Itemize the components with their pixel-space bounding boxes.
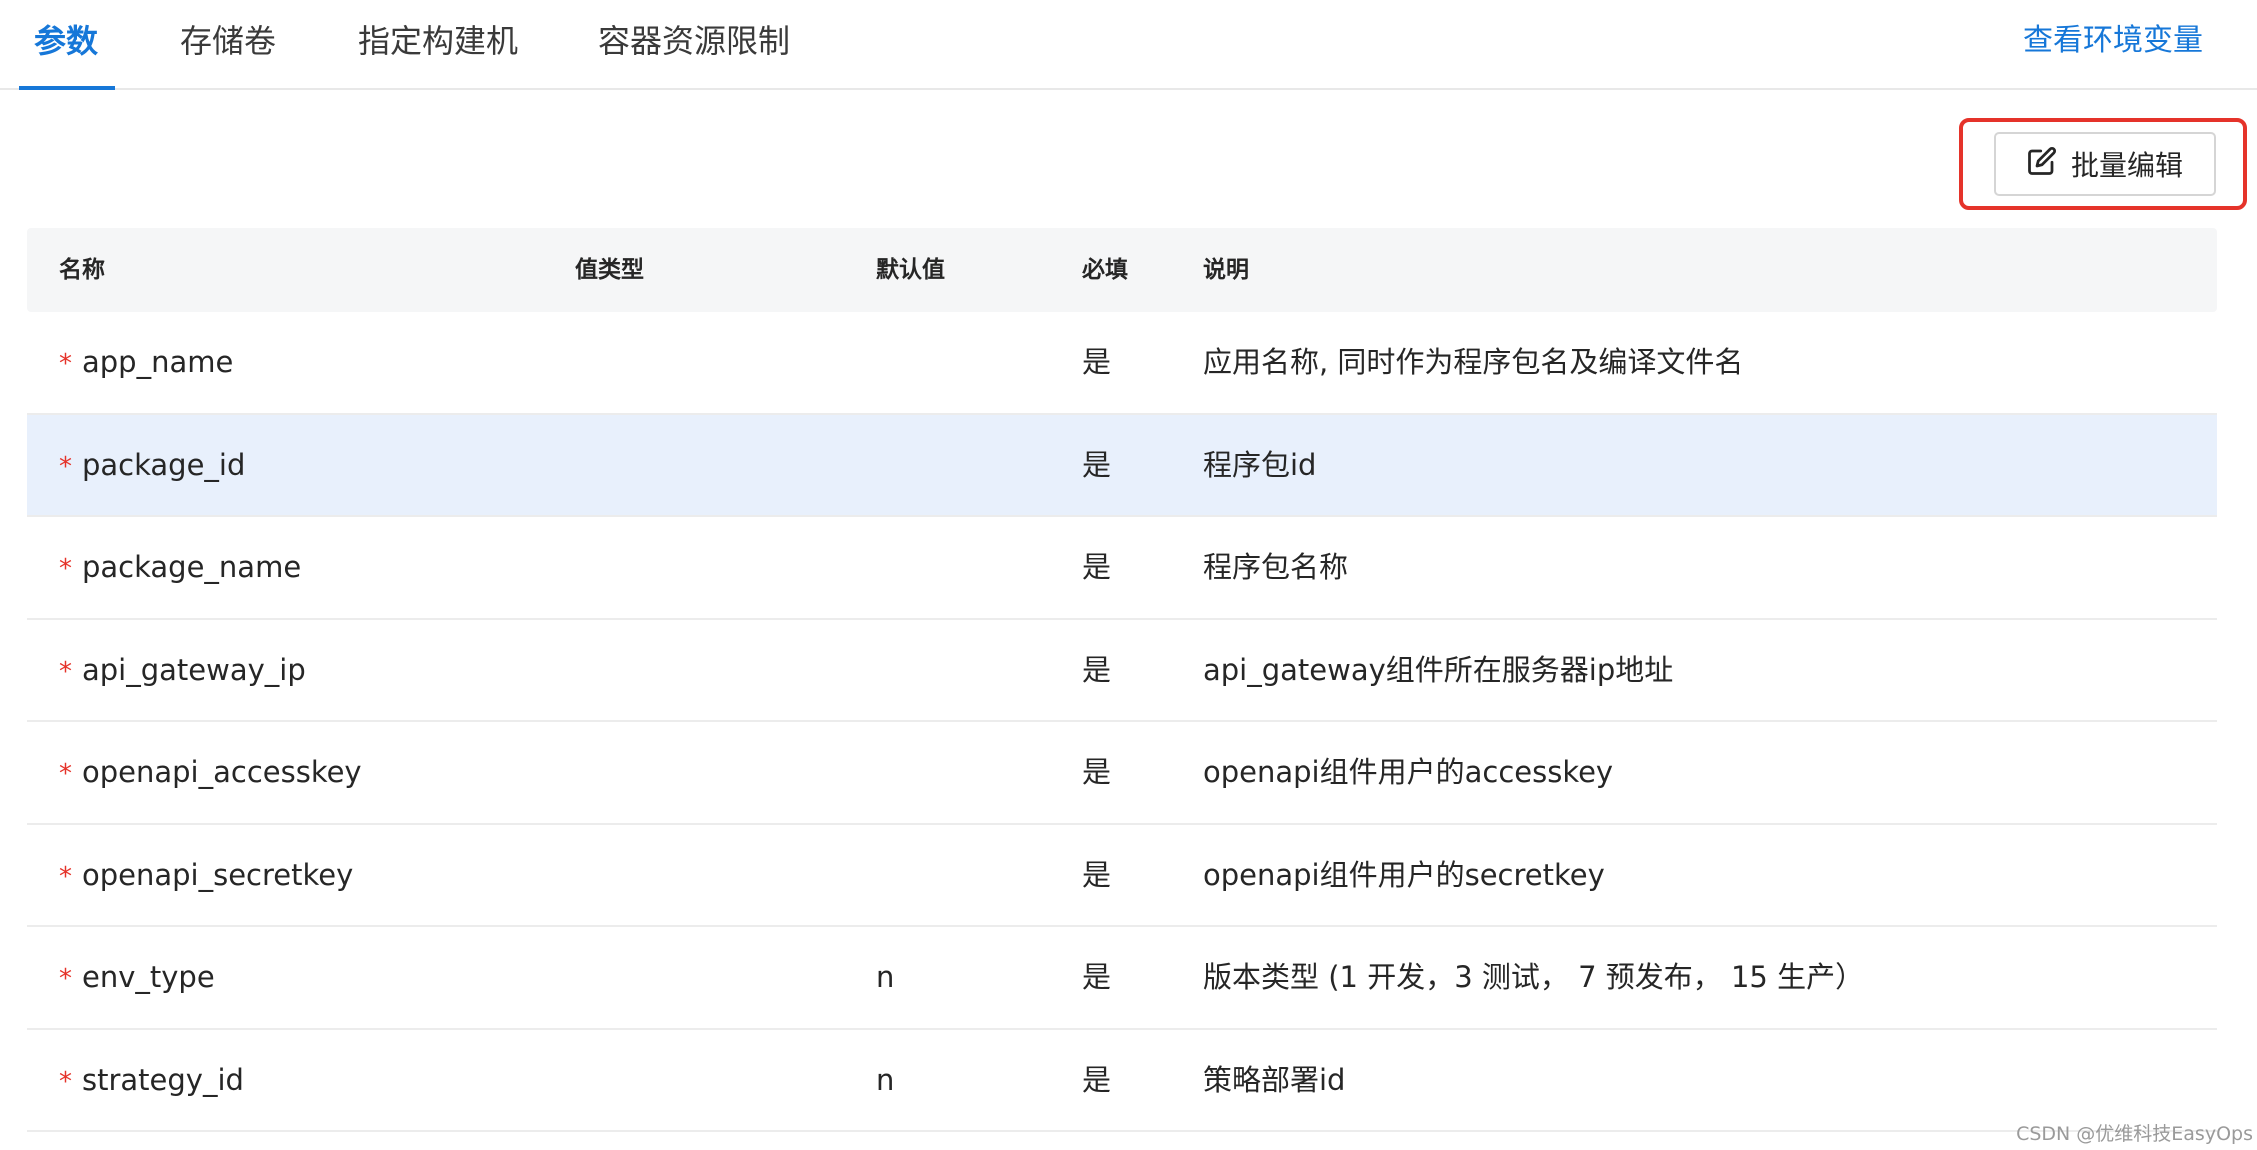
table-row[interactable]: * package_name 是 程序包名称 bbox=[27, 517, 2217, 620]
tab-storage-volumes[interactable]: 存储卷 bbox=[180, 18, 276, 64]
param-name: openapi_secretkey bbox=[82, 857, 354, 892]
param-name: openapi_accesskey bbox=[82, 755, 362, 789]
param-description: 程序包名称 bbox=[1203, 550, 1349, 584]
column-header-value-type: 值类型 bbox=[575, 257, 644, 283]
param-name: package_id bbox=[82, 447, 246, 482]
table-row[interactable]: * strategy_id n 是 策略部署id bbox=[27, 1030, 2217, 1132]
table-row[interactable]: * env_type n 是 版本类型 (1 开发，3 测试， 7 预发布， 15… bbox=[27, 927, 2217, 1030]
watermark: CSDN @优维科技EasyOps bbox=[2016, 1123, 2253, 1145]
batch-edit-label: 批量编辑 bbox=[2070, 149, 2183, 182]
param-name: package_name bbox=[82, 550, 302, 584]
required-marker: * bbox=[59, 656, 72, 687]
column-header-name: 名称 bbox=[59, 257, 105, 283]
param-required: 是 bbox=[1082, 447, 1112, 482]
table-header: 名称 值类型 默认值 必填 说明 bbox=[27, 228, 2217, 312]
table-row[interactable]: * app_name 是 应用名称, 同时作为程序包名及编译文件名 bbox=[27, 312, 2217, 415]
column-header-required: 必填 bbox=[1082, 257, 1128, 283]
required-marker: * bbox=[59, 1066, 72, 1097]
tab-build-machine[interactable]: 指定构建机 bbox=[358, 18, 518, 64]
table-row[interactable]: * openapi_secretkey 是 openapi组件用户的secretk… bbox=[27, 825, 2217, 927]
param-required: 是 bbox=[1082, 1062, 1112, 1097]
param-name: strategy_id bbox=[82, 1062, 244, 1097]
tab-bar: 参数 存储卷 指定构建机 容器资源限制 查看环境变量 bbox=[0, 0, 2257, 90]
param-required: 是 bbox=[1082, 652, 1112, 687]
table-row[interactable]: * openapi_accesskey 是 openapi组件用户的accessk… bbox=[27, 722, 2217, 825]
param-description: 程序包id bbox=[1203, 447, 1317, 482]
param-required: 是 bbox=[1082, 345, 1112, 379]
edit-icon bbox=[2027, 146, 2057, 183]
param-required: 是 bbox=[1082, 960, 1112, 994]
required-marker: * bbox=[59, 964, 72, 994]
batch-edit-button[interactable]: 批量编辑 bbox=[1994, 132, 2216, 196]
required-marker: * bbox=[59, 349, 72, 379]
param-required: 是 bbox=[1082, 857, 1112, 892]
column-header-description: 说明 bbox=[1203, 257, 1249, 283]
tab-parameters[interactable]: 参数 bbox=[34, 18, 98, 64]
column-header-default: 默认值 bbox=[876, 257, 945, 283]
param-description: openapi组件用户的secretkey bbox=[1203, 857, 1605, 892]
tab-container-resource-limits[interactable]: 容器资源限制 bbox=[598, 18, 790, 64]
table-row[interactable]: * api_gateway_ip 是 api_gateway组件所在服务器ip地址 bbox=[27, 620, 2217, 722]
param-description: api_gateway组件所在服务器ip地址 bbox=[1203, 652, 1674, 687]
parameters-table: 名称 值类型 默认值 必填 说明 * app_name 是 应用名称, 同时作为程… bbox=[27, 228, 2217, 1132]
param-required: 是 bbox=[1082, 550, 1112, 584]
param-description: openapi组件用户的accesskey bbox=[1203, 755, 1614, 789]
required-marker: * bbox=[59, 451, 72, 482]
view-env-variables-link[interactable]: 查看环境变量 bbox=[2023, 18, 2203, 64]
table-row[interactable]: * package_id 是 程序包id bbox=[27, 414, 2217, 517]
active-tab-indicator bbox=[19, 86, 115, 90]
param-description: 版本类型 (1 开发，3 测试， 7 预发布， 15 生产） bbox=[1203, 960, 1865, 994]
required-marker: * bbox=[59, 861, 72, 892]
param-required: 是 bbox=[1082, 755, 1112, 789]
param-name: env_type bbox=[82, 960, 215, 994]
param-name: api_gateway_ip bbox=[82, 652, 306, 687]
param-name: app_name bbox=[82, 345, 234, 379]
param-default: n bbox=[876, 1062, 895, 1097]
param-description: 策略部署id bbox=[1203, 1062, 1346, 1097]
required-marker: * bbox=[59, 759, 72, 789]
param-default: n bbox=[876, 960, 895, 994]
param-description: 应用名称, 同时作为程序包名及编译文件名 bbox=[1203, 345, 1744, 379]
required-marker: * bbox=[59, 554, 72, 584]
